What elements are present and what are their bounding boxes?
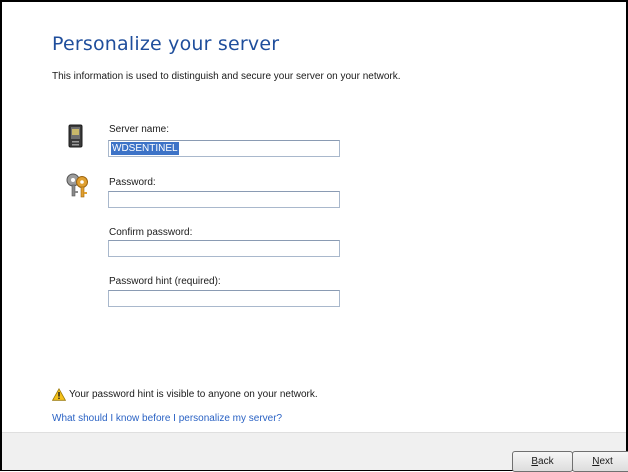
button-bar: Back Next: [2, 432, 628, 472]
warning-icon: [52, 388, 66, 401]
confirm-password-label: Confirm password:: [109, 227, 193, 238]
password-input[interactable]: [108, 191, 340, 208]
confirm-password-input[interactable]: [108, 240, 340, 257]
page-title: Personalize your server: [52, 33, 280, 55]
password-hint-input[interactable]: [108, 290, 340, 307]
server-icon: [68, 124, 83, 148]
server-name-label: Server name:: [109, 124, 170, 135]
keys-icon: [66, 173, 88, 198]
next-button[interactable]: Next: [572, 451, 628, 472]
back-button[interactable]: Back: [512, 451, 573, 472]
help-link[interactable]: What should I know before I personalize …: [52, 413, 282, 424]
password-hint-label: Password hint (required):: [109, 276, 221, 287]
password-label: Password:: [109, 177, 156, 188]
warning-message: Your password hint is visible to anyone …: [52, 388, 318, 401]
back-label: ack: [538, 456, 554, 467]
next-label: ext: [599, 456, 613, 467]
page-description: This information is used to distinguish …: [52, 71, 401, 82]
server-name-value: WDSENTINEL: [111, 142, 179, 155]
warning-text: Your password hint is visible to anyone …: [69, 389, 318, 400]
server-name-input[interactable]: WDSENTINEL: [108, 140, 340, 157]
